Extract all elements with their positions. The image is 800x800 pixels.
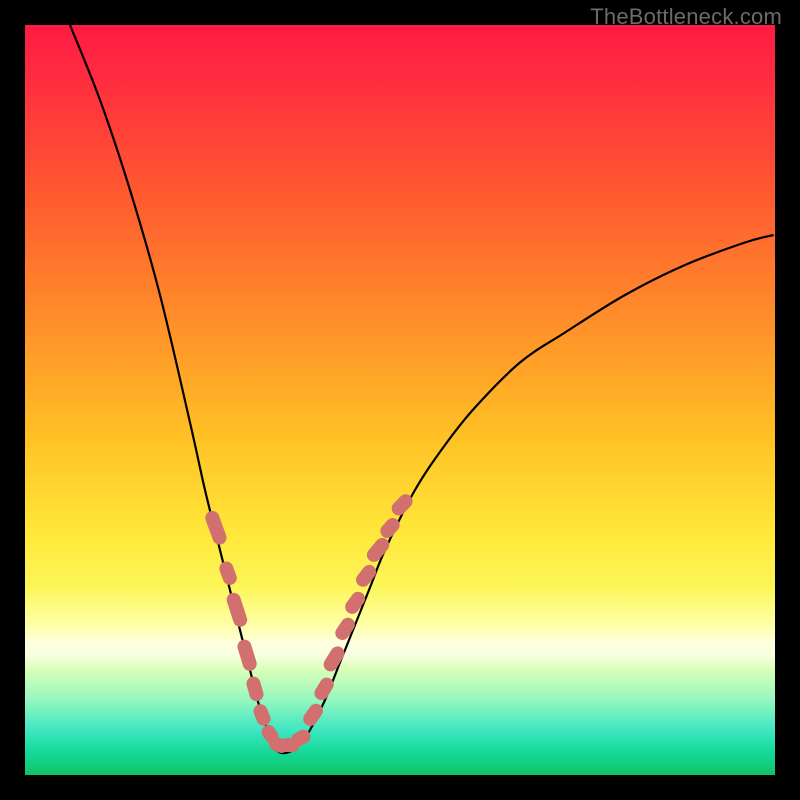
bead-overlay — [25, 25, 775, 775]
bead-segment — [342, 589, 367, 616]
plot-area — [25, 25, 775, 775]
bead-segment — [311, 675, 335, 702]
bead-segment — [388, 492, 414, 519]
bead-segment — [204, 508, 229, 546]
bead-segment — [364, 535, 392, 565]
bead-segment — [225, 591, 249, 629]
watermark-text: TheBottleneck.com — [590, 4, 782, 30]
bead-segment — [300, 701, 325, 728]
bead-segment — [353, 563, 379, 590]
bead-segment — [332, 615, 357, 642]
bead-segment — [217, 559, 238, 586]
bead-segment — [236, 638, 259, 672]
bead-segment — [244, 675, 264, 703]
chart-frame: TheBottleneck.com — [0, 0, 800, 800]
bead-segment — [321, 644, 347, 674]
